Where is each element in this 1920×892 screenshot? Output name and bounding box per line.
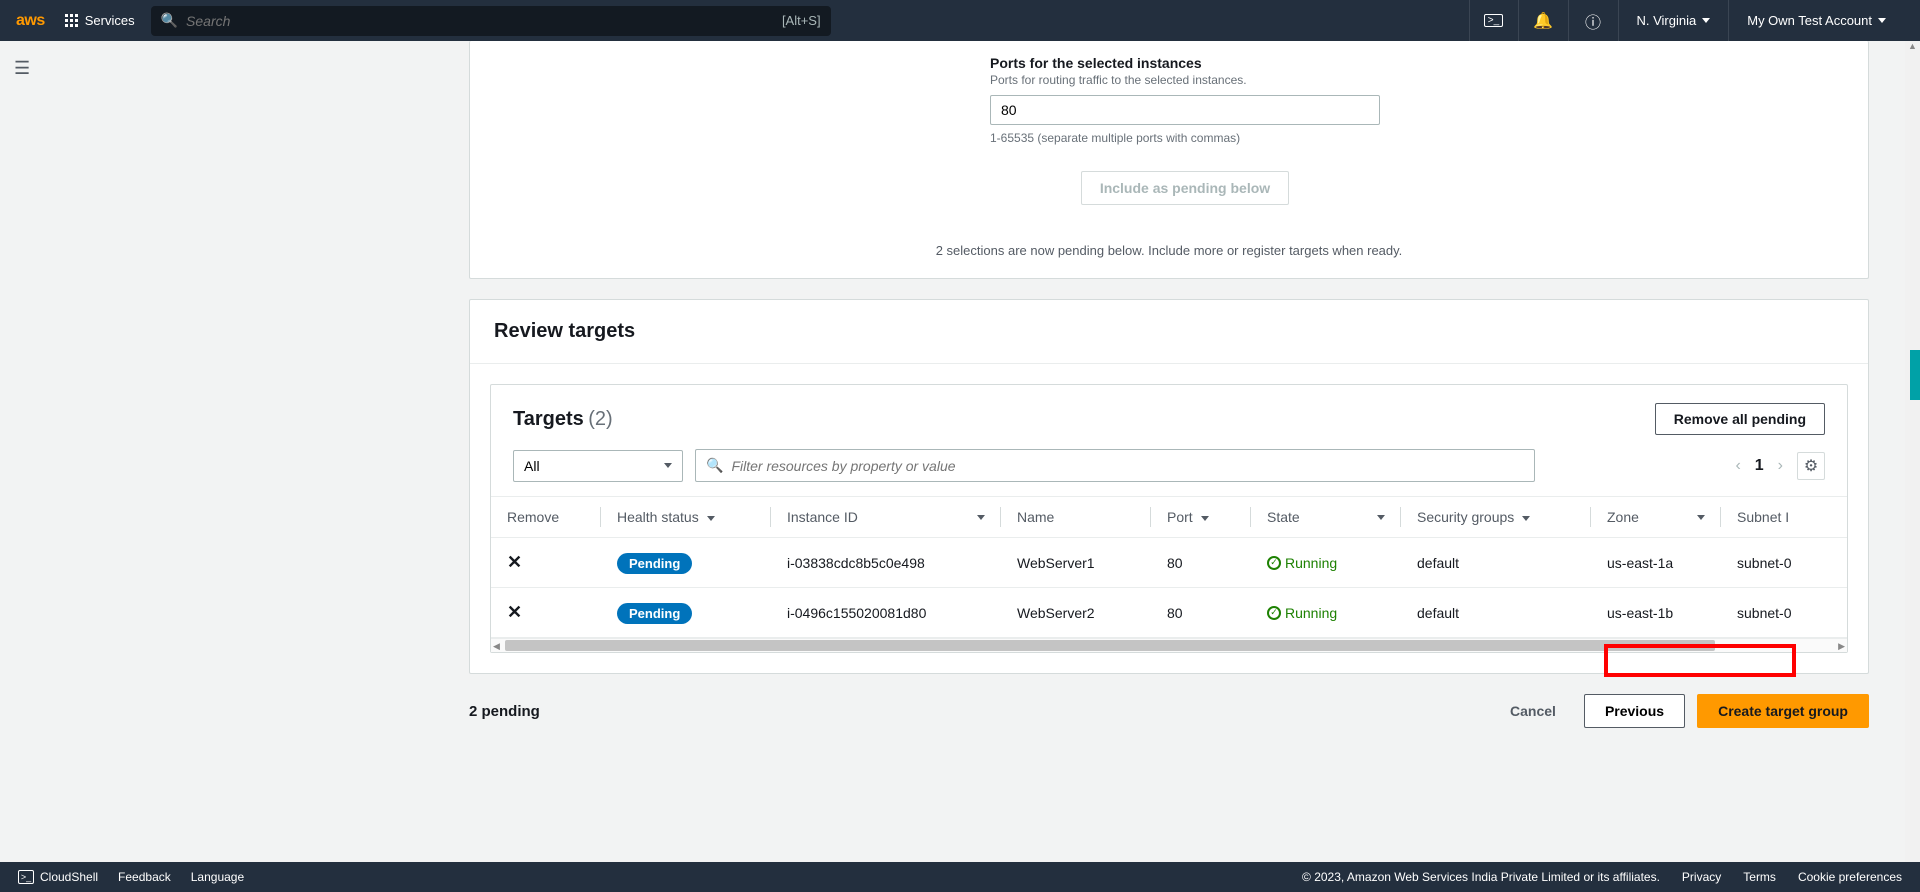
col-zone[interactable]: Zone [1591, 497, 1721, 538]
table-row: ✕ Pending i-0496c155020081d80 WebServer2… [491, 588, 1847, 638]
remove-target-button[interactable]: ✕ [507, 552, 522, 572]
col-health[interactable]: Health status [601, 497, 771, 538]
vertical-scrollbar[interactable]: ▲ [1905, 41, 1920, 862]
page-number: 1 [1755, 457, 1764, 475]
ports-label: Ports for the selected instances [990, 55, 1380, 71]
check-icon [1267, 556, 1281, 570]
selections-text: 2 selections are now pending below. Incl… [470, 243, 1868, 278]
services-label: Services [85, 13, 135, 28]
zone-value: us-east-1a [1591, 538, 1721, 588]
subnet-value: subnet-0 [1721, 538, 1847, 588]
top-nav: aws Services 🔍 [Alt+S] >_ 🔔 ⓘ N. Virgini… [0, 0, 1920, 41]
state-value: Running [1267, 555, 1385, 571]
cloudshell-icon[interactable]: >_ [1469, 0, 1519, 41]
available-instances-card: Ports for the selected instances Ports f… [469, 41, 1869, 279]
region-label: N. Virginia [1637, 13, 1697, 28]
feedback-tab[interactable] [1910, 350, 1920, 400]
services-button[interactable]: Services [65, 13, 135, 28]
page-next[interactable]: › [1778, 457, 1783, 475]
subnet-value: subnet-0 [1721, 588, 1847, 638]
col-sg[interactable]: Security groups [1401, 497, 1591, 538]
account-selector[interactable]: My Own Test Account [1729, 0, 1904, 41]
col-name[interactable]: Name [1001, 497, 1151, 538]
horizontal-scrollbar[interactable]: ◀ ▶ [491, 638, 1847, 652]
search-icon: 🔍 [706, 457, 723, 474]
filter-input[interactable]: 🔍 [695, 449, 1535, 482]
search-bar[interactable]: 🔍 [Alt+S] [151, 6, 831, 36]
search-icon: 🔍 [161, 12, 178, 29]
instance-name: WebServer1 [1001, 538, 1151, 588]
health-badge: Pending [617, 553, 692, 574]
sg-value: default [1401, 538, 1591, 588]
search-hint: [Alt+S] [782, 13, 821, 28]
account-label: My Own Test Account [1747, 13, 1872, 28]
footer: >_ CloudShell Feedback Language © 2023, … [0, 862, 1920, 892]
create-target-group-button[interactable]: Create target group [1697, 694, 1869, 728]
include-pending-button: Include as pending below [1081, 171, 1289, 205]
grid-icon [65, 14, 79, 28]
targets-count: (2) [588, 408, 612, 430]
ports-sublabel: Ports for routing traffic to the selecte… [990, 73, 1380, 87]
caret-down-icon [1702, 18, 1710, 23]
help-icon[interactable]: ⓘ [1569, 0, 1619, 41]
feedback-link[interactable]: Feedback [118, 870, 171, 884]
check-icon [1267, 606, 1281, 620]
port-value: 80 [1151, 538, 1251, 588]
cloudshell-icon: >_ [18, 870, 34, 884]
ports-input[interactable] [990, 95, 1380, 125]
state-value: Running [1267, 605, 1385, 621]
col-instance[interactable]: Instance ID [771, 497, 1001, 538]
health-badge: Pending [617, 603, 692, 624]
page-prev[interactable]: ‹ [1735, 457, 1740, 475]
language-link[interactable]: Language [191, 870, 244, 884]
table-row: ✕ Pending i-03838cdc8b5c0e498 WebServer1… [491, 538, 1847, 588]
remove-all-pending-button[interactable]: Remove all pending [1655, 403, 1825, 435]
previous-button[interactable]: Previous [1584, 694, 1685, 728]
ports-hint: 1-65535 (separate multiple ports with co… [990, 131, 1380, 145]
instance-name: WebServer2 [1001, 588, 1151, 638]
region-selector[interactable]: N. Virginia [1619, 0, 1730, 41]
top-nav-right: >_ 🔔 ⓘ N. Virginia My Own Test Account [1469, 0, 1905, 41]
remove-target-button[interactable]: ✕ [507, 602, 522, 622]
filter-select-value: All [524, 458, 540, 474]
targets-panel: Targets (2) Remove all pending All 🔍 [490, 384, 1848, 653]
notifications-icon[interactable]: 🔔 [1519, 0, 1569, 41]
privacy-link[interactable]: Privacy [1682, 870, 1721, 884]
sg-value: default [1401, 588, 1591, 638]
pending-count: 2 pending [469, 703, 540, 720]
zone-value: us-east-1b [1591, 588, 1721, 638]
main-content: Ports for the selected instances Ports f… [38, 41, 1920, 862]
targets-table: Remove Health status Instance ID Name Po… [491, 496, 1847, 638]
col-state[interactable]: State [1251, 497, 1401, 538]
review-targets-card: Review targets Targets (2) Remove all pe… [469, 299, 1869, 674]
col-subnet[interactable]: Subnet I [1721, 497, 1847, 538]
settings-gear[interactable]: ⚙ [1797, 452, 1825, 480]
search-input[interactable] [186, 13, 782, 29]
targets-title: Targets [513, 408, 584, 430]
aws-logo[interactable]: aws [16, 12, 45, 30]
action-row: 2 pending Cancel Previous Create target … [469, 674, 1869, 740]
copyright: © 2023, Amazon Web Services India Privat… [1302, 870, 1660, 884]
instance-id: i-03838cdc8b5c0e498 [771, 538, 1001, 588]
review-header: Review targets [470, 300, 1868, 364]
terms-link[interactable]: Terms [1743, 870, 1776, 884]
filter-select[interactable]: All [513, 450, 683, 482]
cloudshell-button[interactable]: >_ CloudShell [18, 870, 98, 884]
cookie-link[interactable]: Cookie preferences [1798, 870, 1902, 884]
caret-down-icon [1878, 18, 1886, 23]
col-port[interactable]: Port [1151, 497, 1251, 538]
col-remove[interactable]: Remove [491, 497, 601, 538]
filter-text-input[interactable] [731, 458, 1524, 474]
cancel-button[interactable]: Cancel [1494, 695, 1572, 727]
sidebar-toggle[interactable]: ☰ [14, 58, 30, 79]
instance-id: i-0496c155020081d80 [771, 588, 1001, 638]
port-value: 80 [1151, 588, 1251, 638]
caret-down-icon [664, 463, 672, 468]
